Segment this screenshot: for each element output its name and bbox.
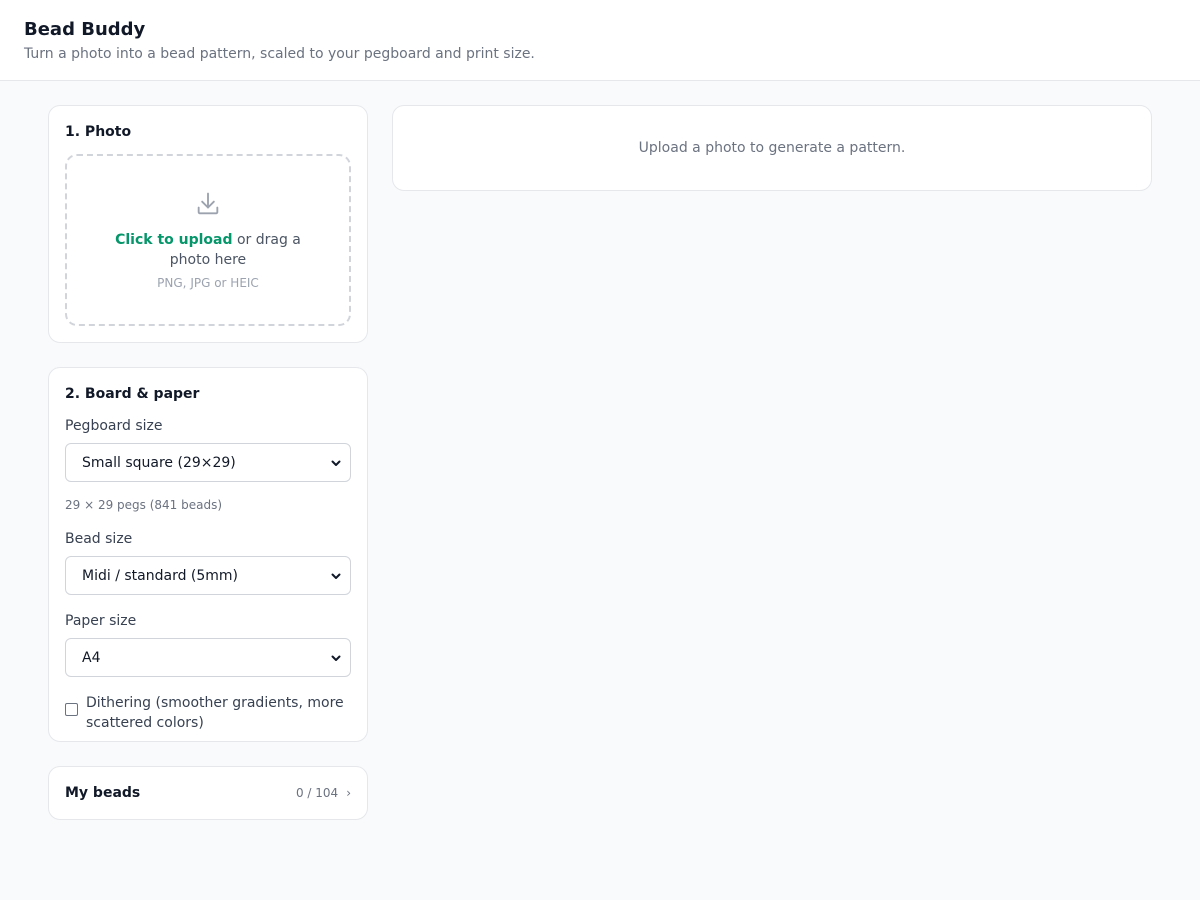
chevron-down-icon bbox=[331, 655, 341, 661]
dithering-checkbox[interactable] bbox=[65, 703, 78, 716]
my-beads-count: 0 / 104 bbox=[295, 786, 339, 800]
bead-size-value: Midi / standard (5mm) bbox=[82, 567, 239, 584]
preview-empty-text: Upload a photo to generate a pattern. bbox=[638, 140, 906, 156]
pegboard-helper-text: 29 × 29 pegs (841 beads) bbox=[65, 498, 223, 512]
upload-link[interactable]: Click to upload bbox=[115, 232, 232, 248]
app-header: Bead Buddy Turn a photo into a bead patt… bbox=[0, 0, 1200, 81]
chevron-down-icon bbox=[331, 460, 341, 466]
pegboard-size-label: Pegboard size bbox=[65, 418, 163, 434]
photo-dropzone[interactable]: Click to upload or drag a photo here PNG… bbox=[65, 154, 351, 326]
bead-size-label: Bead size bbox=[65, 531, 133, 547]
paper-size-select[interactable]: A4 bbox=[65, 638, 351, 677]
board-card-title: 2. Board & paper bbox=[65, 386, 200, 402]
dithering-label[interactable]: Dithering (smoother gradients, more scat… bbox=[86, 693, 346, 733]
app-subtitle: Turn a photo into a bead pattern, scaled… bbox=[24, 46, 535, 62]
paper-size-value: A4 bbox=[82, 649, 101, 666]
file-formats-hint: PNG, JPG or HEIC bbox=[157, 276, 259, 290]
bead-size-select[interactable]: Midi / standard (5mm) bbox=[65, 556, 351, 595]
board-paper-card: 2. Board & paper Pegboard size Small squ… bbox=[48, 367, 368, 742]
chevron-down-icon bbox=[331, 573, 341, 579]
dithering-row: Dithering (smoother gradients, more scat… bbox=[65, 693, 351, 733]
photo-card: 1. Photo Click to upload or drag a photo… bbox=[48, 105, 368, 343]
paper-size-label: Paper size bbox=[65, 613, 137, 629]
photo-card-title: 1. Photo bbox=[65, 124, 132, 140]
download-icon bbox=[197, 192, 219, 215]
my-beads-title: My beads bbox=[65, 785, 141, 801]
my-beads-summary: 0 / 104 › bbox=[296, 786, 351, 800]
pattern-preview-card: Upload a photo to generate a pattern. bbox=[392, 105, 1152, 191]
dropzone-text: Click to upload or drag a photo here bbox=[93, 230, 323, 270]
pegboard-size-value: Small square (29×29) bbox=[82, 454, 236, 471]
chevron-right-icon: › bbox=[346, 786, 351, 800]
pegboard-size-select[interactable]: Small square (29×29) bbox=[65, 443, 351, 482]
my-beads-card[interactable]: My beads 0 / 104 › bbox=[48, 766, 368, 820]
app-title: Bead Buddy bbox=[24, 19, 146, 40]
